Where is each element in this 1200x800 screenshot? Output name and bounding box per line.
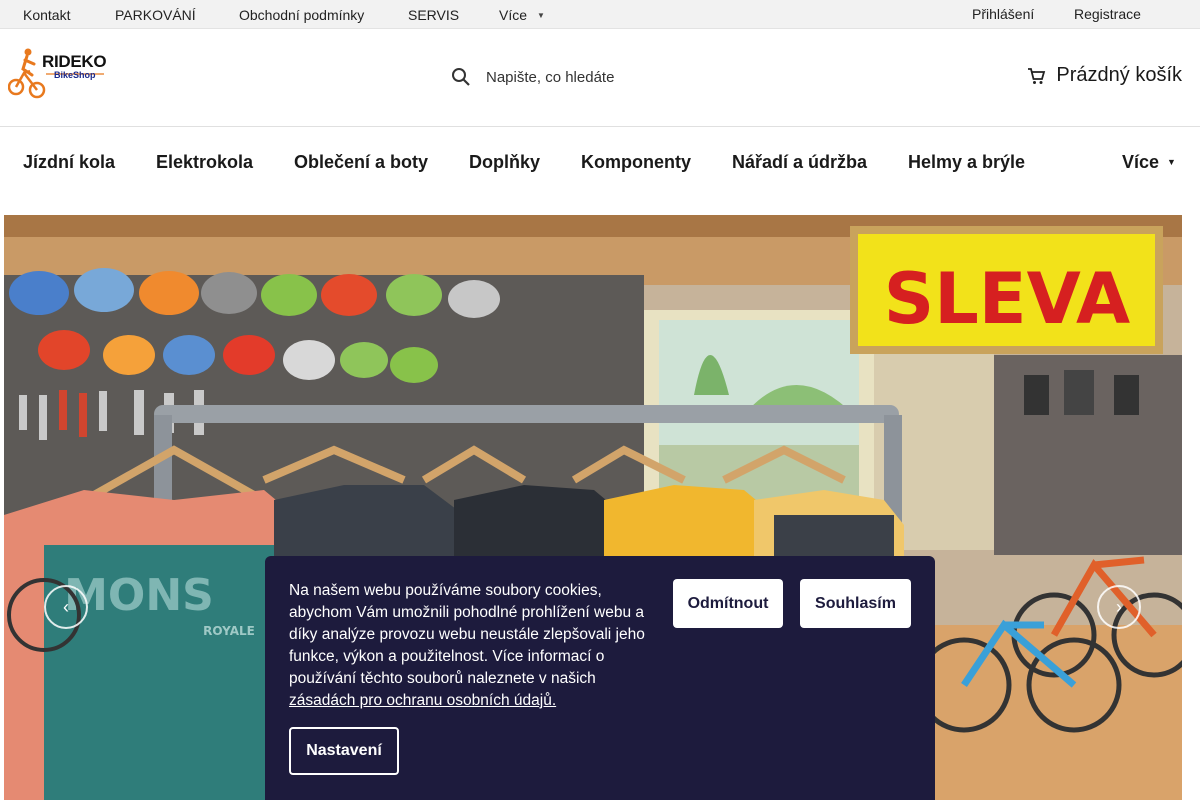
logo-subtitle: BikeShop	[54, 70, 96, 80]
nav-item-naradi[interactable]: Nářadí a údržba	[732, 152, 867, 173]
nav-item-obleceni[interactable]: Oblečení a boty	[294, 152, 428, 173]
cookie-message: Na našem webu používáme soubory cookies,…	[289, 582, 645, 687]
nav-item-jizdni-kola[interactable]: Jízdní kola	[23, 152, 115, 173]
topbar-more-label: Více	[499, 7, 528, 23]
cart-button[interactable]: Prázdný košík	[1026, 64, 1182, 87]
topbar-link-parkovani[interactable]: PARKOVÁNÍ	[115, 7, 196, 23]
chevron-left-icon: ‹	[63, 596, 69, 617]
site-header: RIDEKO BikeShop Prázdný košík	[0, 29, 1200, 127]
cookie-settings-button[interactable]: Nastavení	[289, 727, 399, 775]
privacy-policy-link[interactable]: zásadách pro ochranu osobních údajů.	[289, 692, 556, 709]
topbar-link-kontakt[interactable]: Kontakt	[23, 7, 70, 23]
topbar-link-podminky[interactable]: Obchodní podmínky	[239, 7, 364, 23]
cookie-consent-banner: Na našem webu používáme soubory cookies,…	[265, 556, 935, 800]
top-utility-bar: Kontakt PARKOVÁNÍ Obchodní podmínky SERV…	[0, 0, 1200, 29]
chevron-down-icon: ▼	[537, 11, 545, 20]
reject-cookies-button[interactable]: Odmítnout	[673, 579, 783, 628]
nav-item-helmy[interactable]: Helmy a brýle	[908, 152, 1025, 173]
search-box[interactable]	[450, 62, 686, 92]
nav-more-button[interactable]: Více ▼	[1122, 152, 1176, 173]
login-link[interactable]: Přihlášení	[972, 6, 1034, 22]
topbar-more-button[interactable]: Více ▼	[499, 7, 545, 23]
nav-item-komponenty[interactable]: Komponenty	[581, 152, 691, 173]
nav-item-elektrokola[interactable]: Elektrokola	[156, 152, 253, 173]
sleva-sign-text: SLEVA	[884, 258, 1130, 340]
logo[interactable]: RIDEKO BikeShop	[7, 47, 108, 102]
cart-label: Prázdný košík	[1056, 64, 1182, 86]
chevron-down-icon: ▼	[1167, 157, 1176, 167]
topbar-link-servis[interactable]: SERVIS	[408, 7, 459, 23]
nav-more-label: Více	[1122, 152, 1160, 172]
carousel-next-button[interactable]: ›	[1097, 585, 1141, 629]
logo-text: RIDEKO	[42, 52, 107, 71]
accept-cookies-button[interactable]: Souhlasím	[800, 579, 911, 628]
search-input[interactable]	[486, 68, 686, 86]
chevron-right-icon: ›	[1116, 596, 1122, 617]
register-link[interactable]: Registrace	[1074, 6, 1141, 22]
shirt-subbrand-text: ROYALE	[203, 624, 255, 638]
cookie-text: Na našem webu používáme soubory cookies,…	[289, 580, 649, 712]
carousel-prev-button[interactable]: ‹	[44, 585, 88, 629]
cart-icon	[1028, 67, 1046, 84]
nav-item-doplnky[interactable]: Doplňky	[469, 152, 540, 173]
search-icon[interactable]	[450, 67, 472, 87]
category-nav: Jízdní kola Elektrokola Oblečení a boty …	[0, 127, 1200, 215]
